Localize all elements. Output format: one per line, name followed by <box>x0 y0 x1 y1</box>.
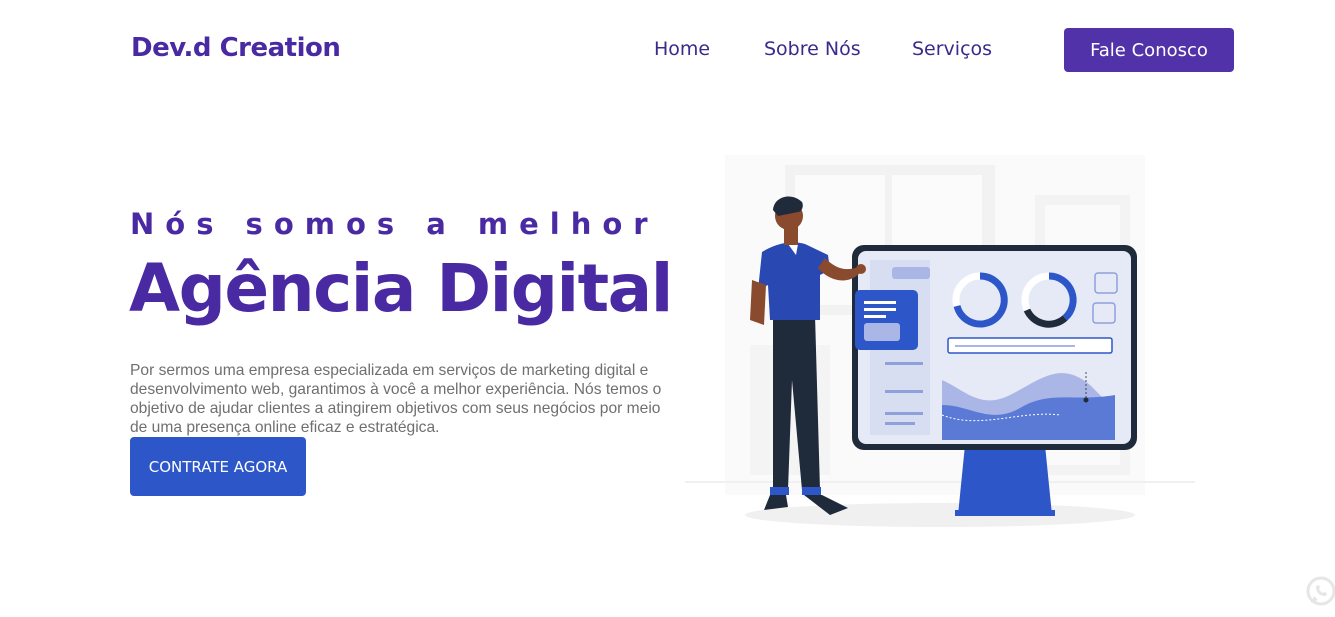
nav-home[interactable]: Home <box>654 38 710 60</box>
logo[interactable]: Dev.d Creation <box>131 33 341 63</box>
hero-description: Por sermos uma empresa especializada em … <box>130 361 662 436</box>
hero-headline: Agência Digital <box>129 250 673 327</box>
nav-servicos[interactable]: Serviços <box>912 38 992 60</box>
hero-kicker: Nós somos a melhor <box>130 207 659 241</box>
hero-illustration <box>685 155 1195 527</box>
contact-button[interactable]: Fale Conosco <box>1064 28 1234 72</box>
hire-now-button[interactable]: CONTRATE AGORA <box>130 437 306 496</box>
whatsapp-icon[interactable] <box>1305 575 1335 607</box>
nav-sobre-nos[interactable]: Sobre Nós <box>764 38 861 60</box>
